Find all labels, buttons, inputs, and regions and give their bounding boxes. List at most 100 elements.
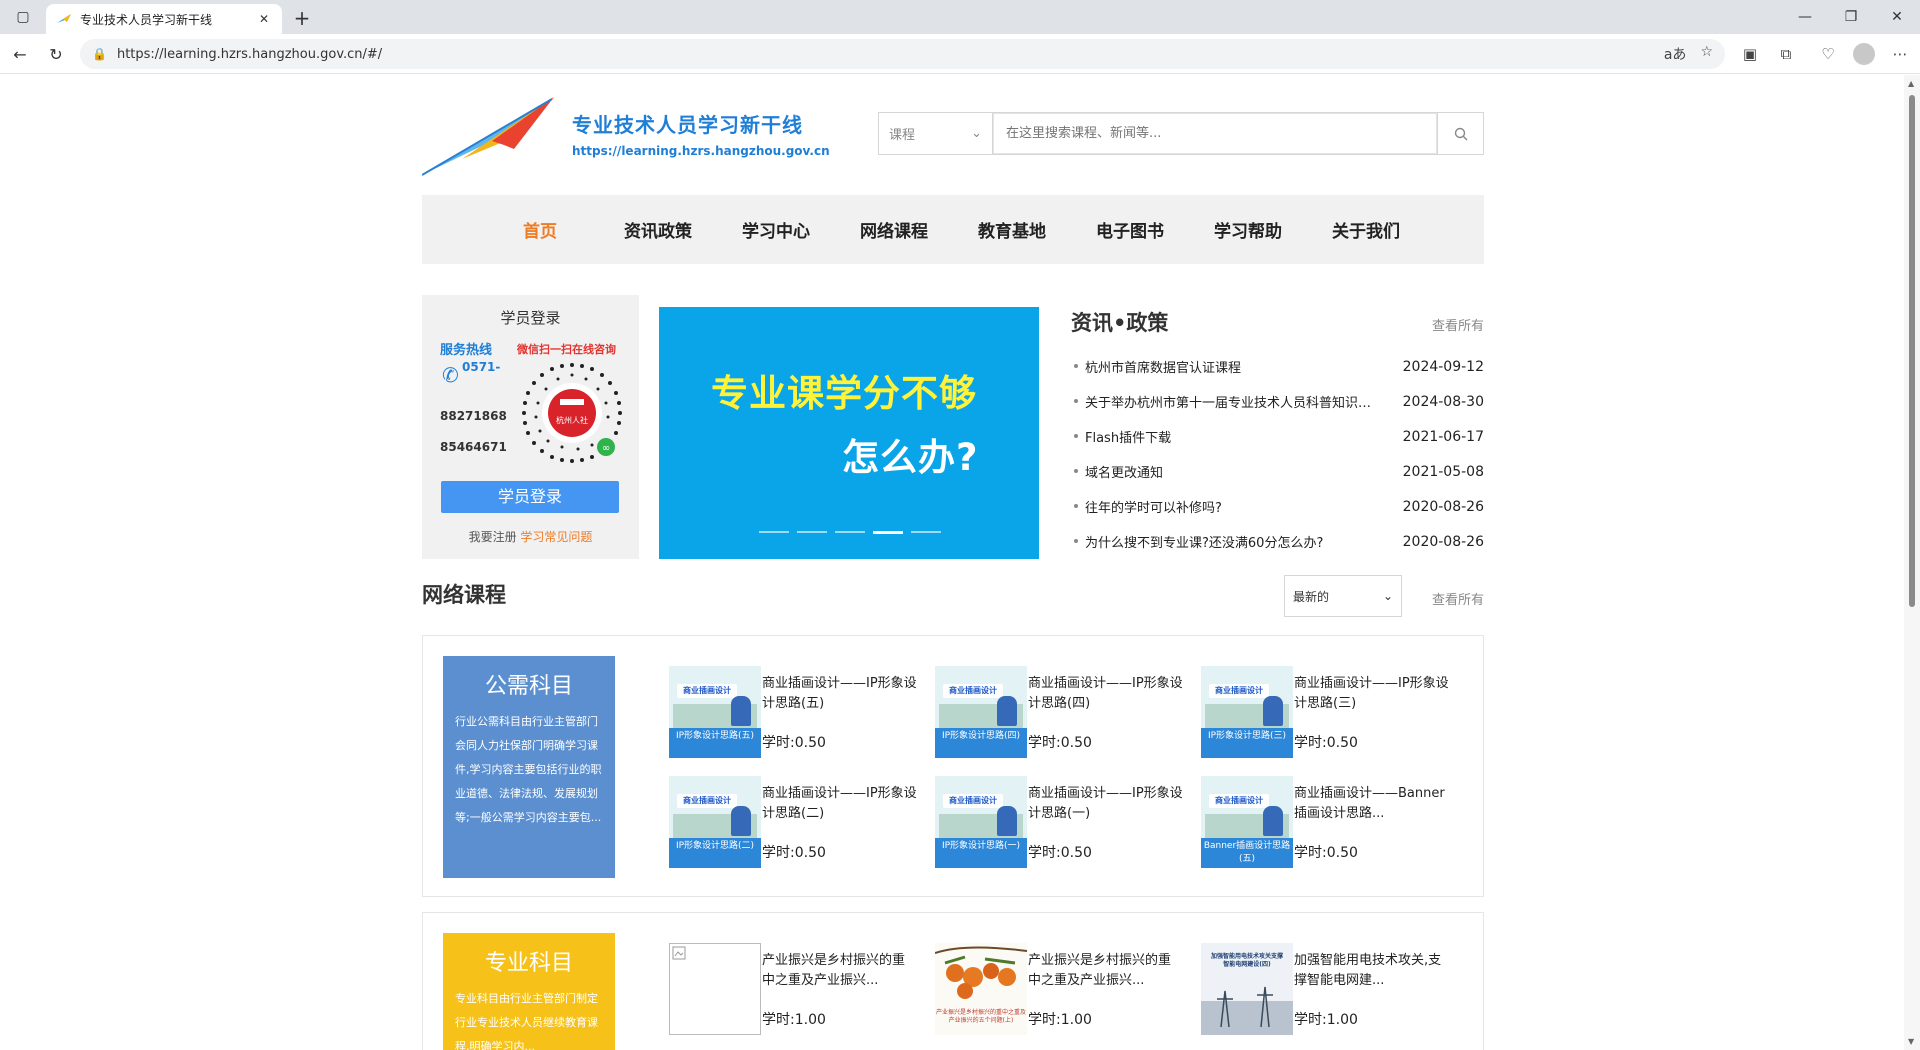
courses-view-all-link[interactable]: 查看所有 bbox=[1432, 589, 1484, 608]
faq-link[interactable]: 学习常见问题 bbox=[520, 530, 592, 544]
course-title[interactable]: 产业振兴是乡村振兴的重中之重及产业振兴... bbox=[1028, 951, 1183, 991]
professional-subjects-card[interactable]: 专业科目 专业科目由行业主管部门制定行业专业技术人员继续教育课程,明确学习内..… bbox=[443, 933, 615, 1050]
browser-essentials-icon[interactable]: ♡ bbox=[1814, 40, 1842, 68]
qr-center-label: 杭州人社 bbox=[556, 415, 588, 425]
search-category-select[interactable]: 课程 ⌄ bbox=[879, 113, 993, 154]
course-hours: 学时:0.50 bbox=[1028, 845, 1092, 861]
register-link[interactable]: 我要注册 bbox=[469, 530, 517, 544]
course-item[interactable]: 产业振兴是乡村振兴的重中之重及产业振兴的五个问题(上) 产业振兴是乡村振兴的重中… bbox=[935, 943, 1185, 1035]
close-tab-icon[interactable]: ✕ bbox=[256, 12, 272, 26]
nav-item-learning-center[interactable]: 学习中心 bbox=[717, 217, 835, 242]
nav-item-help[interactable]: 学习帮助 bbox=[1189, 217, 1307, 242]
course-title[interactable]: 商业插画设计——IP形象设计思路(五) bbox=[762, 674, 917, 714]
browser-tab[interactable]: 专业技术人员学习新干线 ✕ bbox=[46, 4, 282, 34]
course-item[interactable]: 产业振兴是乡村振兴的重中之重及产业振兴... 学时:1.00 bbox=[669, 943, 919, 1035]
page-scrollbar[interactable]: ▲ ▼ bbox=[1904, 75, 1920, 1050]
course-thumbnail[interactable]: 商业插画设计 IP形象设计思路(一) bbox=[935, 776, 1027, 868]
restore-icon[interactable]: ❐ bbox=[1828, 0, 1874, 34]
course-item[interactable]: 商业插画设计 IP形象设计思路(一) 商业插画设计——IP形象设计思路(一) 学时… bbox=[935, 776, 1185, 868]
category-title: 专业科目 bbox=[484, 951, 573, 976]
nav-item-home[interactable]: 首页 bbox=[481, 217, 599, 242]
back-icon[interactable]: ← bbox=[6, 40, 34, 68]
news-item[interactable]: 往年的学时可以补修吗? 2020-08-26 bbox=[1071, 489, 1484, 524]
search-input[interactable] bbox=[993, 113, 1437, 154]
news-item[interactable]: 关于举办杭州市第十一届专业技术人员科普知识竞赛的通知 2024-08-30 bbox=[1071, 384, 1484, 419]
wechat-consult-text: 微信扫一扫在线咨询 bbox=[517, 343, 616, 356]
student-login-button[interactable]: 学员登录 bbox=[441, 481, 619, 513]
course-item[interactable]: 加强智能用电技术攻关支撑智能电网建设(四) 加强智能用电技术攻关,支撑智能电网建… bbox=[1201, 943, 1451, 1035]
settings-more-icon[interactable]: ⋯ bbox=[1886, 40, 1914, 68]
scroll-up-icon[interactable]: ▲ bbox=[1908, 79, 1914, 88]
refresh-icon[interactable]: ↻ bbox=[42, 40, 70, 68]
course-title[interactable]: 商业插画设计——IP形象设计思路(一) bbox=[1028, 784, 1183, 824]
nav-item-about[interactable]: 关于我们 bbox=[1307, 217, 1425, 242]
news-item-date: 2021-06-17 bbox=[1402, 428, 1484, 445]
course-title[interactable]: 商业插画设计——Banner插画设计思路... bbox=[1294, 784, 1449, 824]
carousel-dot[interactable] bbox=[759, 531, 789, 533]
news-item[interactable]: Flash插件下载 2021-06-17 bbox=[1071, 419, 1484, 454]
banner-carousel[interactable]: 专业课学分不够 怎么办? bbox=[659, 307, 1039, 559]
course-hours: 学时:1.00 bbox=[1294, 1012, 1358, 1028]
site-branding[interactable]: 专业技术人员学习新干线 https://learning.hzrs.hangzh… bbox=[572, 109, 830, 158]
carousel-dot[interactable] bbox=[911, 531, 941, 533]
course-title[interactable]: 商业插画设计——IP形象设计思路(三) bbox=[1294, 674, 1449, 714]
course-thumbnail[interactable]: 商业插画设计 IP形象设计思路(四) bbox=[935, 666, 1027, 758]
site-info-icon[interactable]: 🔒 bbox=[92, 47, 107, 61]
course-thumbnail[interactable]: 商业插画设计 IP形象设计思路(五) bbox=[669, 666, 761, 758]
scrollbar-thumb[interactable] bbox=[1909, 95, 1915, 607]
news-item-title[interactable]: 往年的学时可以补修吗? bbox=[1071, 497, 1381, 516]
news-item-title[interactable]: Flash插件下载 bbox=[1071, 427, 1381, 446]
news-item-title[interactable]: 为什么搜不到专业课?还没满60分怎么办? bbox=[1071, 532, 1381, 551]
nav-item-ebooks[interactable]: 电子图书 bbox=[1071, 217, 1189, 242]
course-title[interactable]: 产业振兴是乡村振兴的重中之重及产业振兴... bbox=[762, 951, 917, 991]
news-item[interactable]: 域名更改通知 2021-05-08 bbox=[1071, 454, 1484, 489]
search-button[interactable] bbox=[1437, 113, 1483, 154]
course-thumbnail[interactable]: 商业插画设计 Banner插画设计思路(五) bbox=[1201, 776, 1293, 868]
news-item-title[interactable]: 杭州市首席数据官认证课程 bbox=[1071, 357, 1381, 376]
course-title[interactable]: 加强智能用电技术攻关,支撑智能电网建... bbox=[1294, 951, 1449, 991]
carousel-dot-active[interactable] bbox=[873, 531, 903, 534]
favorite-star-icon[interactable]: ☆ bbox=[1700, 44, 1713, 64]
minimize-icon[interactable]: — bbox=[1782, 0, 1828, 34]
page-content: 专业技术人员学习新干线 https://learning.hzrs.hangzh… bbox=[0, 75, 1904, 1050]
course-thumbnail[interactable]: 产业振兴是乡村振兴的重中之重及产业振兴的五个问题(上) bbox=[935, 943, 1027, 1035]
news-list: 杭州市首席数据官认证课程 2024-09-12 关于举办杭州市第十一届专业技术人员… bbox=[1071, 349, 1484, 559]
read-aloud-icon[interactable]: aあ bbox=[1664, 44, 1687, 64]
scroll-down-icon[interactable]: ▼ bbox=[1908, 1037, 1914, 1046]
course-item[interactable]: 商业插画设计 IP形象设计思路(二) 商业插画设计——IP形象设计思路(二) 学时… bbox=[669, 776, 919, 868]
news-item[interactable]: 杭州市首席数据官认证课程 2024-09-12 bbox=[1071, 349, 1484, 384]
collections-icon[interactable]: ▣ bbox=[1736, 40, 1764, 68]
carousel-dot[interactable] bbox=[797, 531, 827, 533]
course-thumbnail[interactable]: 商业插画设计 IP形象设计思路(三) bbox=[1201, 666, 1293, 758]
profile-avatar[interactable] bbox=[1850, 40, 1878, 68]
address-url[interactable]: https://learning.hzrs.hangzhou.gov.cn/#/ bbox=[117, 47, 1664, 62]
hotline: 服务热线 0571- ✆ 88271868 85464671 bbox=[440, 339, 507, 454]
news-item-title[interactable]: 关于举办杭州市第十一届专业技术人员科普知识竞赛的通知 bbox=[1071, 392, 1381, 411]
course-thumbnail[interactable]: 商业插画设计 IP形象设计思路(二) bbox=[669, 776, 761, 868]
public-subjects-card[interactable]: 公需科目 行业公需科目由行业主管部门会同人力社保部门明确学习课件,学习内容主要包… bbox=[443, 656, 615, 878]
tab-actions-icon[interactable]: ▢ bbox=[0, 0, 46, 34]
course-item[interactable]: 商业插画设计 IP形象设计思路(五) 商业插画设计——IP形象设计思路(五) 学时… bbox=[669, 666, 919, 758]
search-box: 课程 ⌄ bbox=[878, 112, 1484, 155]
broken-image-icon[interactable] bbox=[669, 943, 761, 1035]
news-item[interactable]: 为什么搜不到专业课?还没满60分怎么办? 2020-08-26 bbox=[1071, 524, 1484, 559]
carousel-dot[interactable] bbox=[835, 531, 865, 533]
nav-item-news-policy[interactable]: 资讯政策 bbox=[599, 217, 717, 242]
course-thumbnail[interactable]: 加强智能用电技术攻关支撑智能电网建设(四) bbox=[1201, 943, 1293, 1035]
course-title[interactable]: 商业插画设计——IP形象设计思路(四) bbox=[1028, 674, 1183, 714]
nav-item-online-courses[interactable]: 网络课程 bbox=[835, 217, 953, 242]
news-item-title[interactable]: 域名更改通知 bbox=[1071, 462, 1381, 481]
course-item[interactable]: 商业插画设计 IP形象设计思路(三) 商业插画设计——IP形象设计思路(三) 学时… bbox=[1201, 666, 1451, 758]
nav-item-education-base[interactable]: 教育基地 bbox=[953, 217, 1071, 242]
address-bar[interactable]: 🔒 https://learning.hzrs.hangzhou.gov.cn/… bbox=[80, 39, 1725, 69]
course-item[interactable]: 商业插画设计 IP形象设计思路(四) 商业插画设计——IP形象设计思路(四) 学时… bbox=[935, 666, 1185, 758]
news-view-all-link[interactable]: 查看所有 bbox=[1432, 315, 1484, 334]
course-hours: 学时:0.50 bbox=[1028, 735, 1092, 751]
course-item[interactable]: 商业插画设计 Banner插画设计思路(五) 商业插画设计——Banner插画设计… bbox=[1201, 776, 1451, 868]
window-close-icon[interactable]: ✕ bbox=[1874, 0, 1920, 34]
course-sort-select[interactable]: 最新的 ⌄ bbox=[1284, 575, 1402, 617]
course-title[interactable]: 商业插画设计——IP形象设计思路(二) bbox=[762, 784, 917, 824]
extensions-icon[interactable]: ⧉ bbox=[1772, 40, 1800, 68]
new-tab-icon[interactable]: + bbox=[288, 4, 316, 32]
course-hours: 学时:0.50 bbox=[762, 845, 826, 861]
